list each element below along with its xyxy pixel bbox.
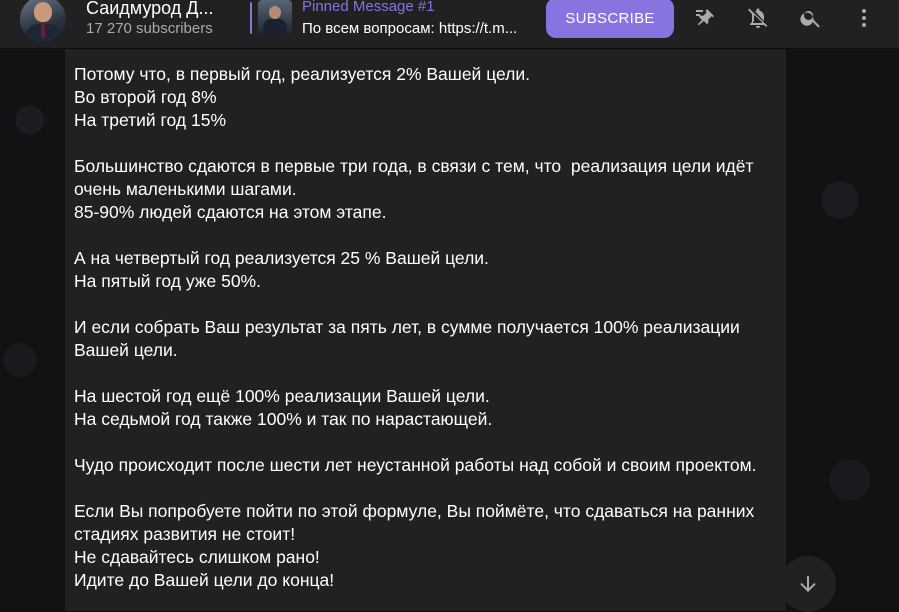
message-line: И если собрать Ваш результат за пять лет… (74, 317, 745, 360)
message-line: На шестой год ещё 100% реализации Вашей … (74, 386, 490, 406)
message-line (74, 431, 784, 454)
message-line: Если Вы попробуете пойти по этой формуле… (74, 501, 760, 544)
channel-title[interactable]: Саидмурод Д... (86, 0, 213, 19)
subscribe-button[interactable]: SUBSCRIBE (546, 0, 674, 38)
message-line: Не сдавайтесь слишком рано! (74, 547, 320, 567)
message-line (74, 224, 784, 247)
message-line (74, 132, 784, 155)
arrow-down-icon (800, 576, 816, 592)
message-line: На седьмой год также 100% и так по нарас… (74, 409, 493, 429)
message-line: Потому что, в первый год, реализуется 2%… (74, 64, 531, 84)
channel-avatar[interactable] (20, 0, 66, 42)
pinned-message-thumbnail[interactable] (258, 0, 292, 34)
message-line (74, 477, 784, 500)
subscriber-count: 17 270 subscribers (86, 20, 213, 37)
pinned-indicator (250, 2, 252, 34)
more-vertical-icon[interactable] (850, 4, 878, 32)
pinned-list-icon[interactable] (691, 4, 719, 32)
message-line (74, 362, 784, 385)
message-line: Большинство сдаются в первые три года, в… (74, 156, 759, 199)
message-line: На третий год 15% (74, 110, 227, 130)
message-bubble: Потому что, в первый год, реализуется 2%… (65, 49, 786, 611)
message-line (74, 293, 784, 316)
message-line: На пятый год уже 50%. (74, 271, 261, 291)
message-line: Во второй год 8% (74, 87, 217, 107)
message-line: 85-90% людей сдаются на этом этапе. (74, 202, 387, 222)
pinned-message-text[interactable]: По всем вопросам: https://t.m... (302, 20, 517, 37)
message-line: Чудо происходит после шести лет неустанн… (74, 455, 757, 475)
scroll-down-button[interactable] (780, 556, 836, 612)
chat-header: Саидмурод Д... 17 270 subscribers Pinned… (0, 0, 899, 49)
pinned-message-title[interactable]: Pinned Message #1 (302, 0, 435, 15)
message-text: Потому что, в первый год, реализуется 2%… (74, 63, 784, 592)
notifications-off-icon[interactable] (744, 4, 772, 32)
message-line: Идите до Вашей цели до конца! (74, 570, 335, 590)
search-icon[interactable] (797, 4, 825, 32)
message-line: А на четвертый год реализуется 25 % Ваше… (74, 248, 489, 268)
